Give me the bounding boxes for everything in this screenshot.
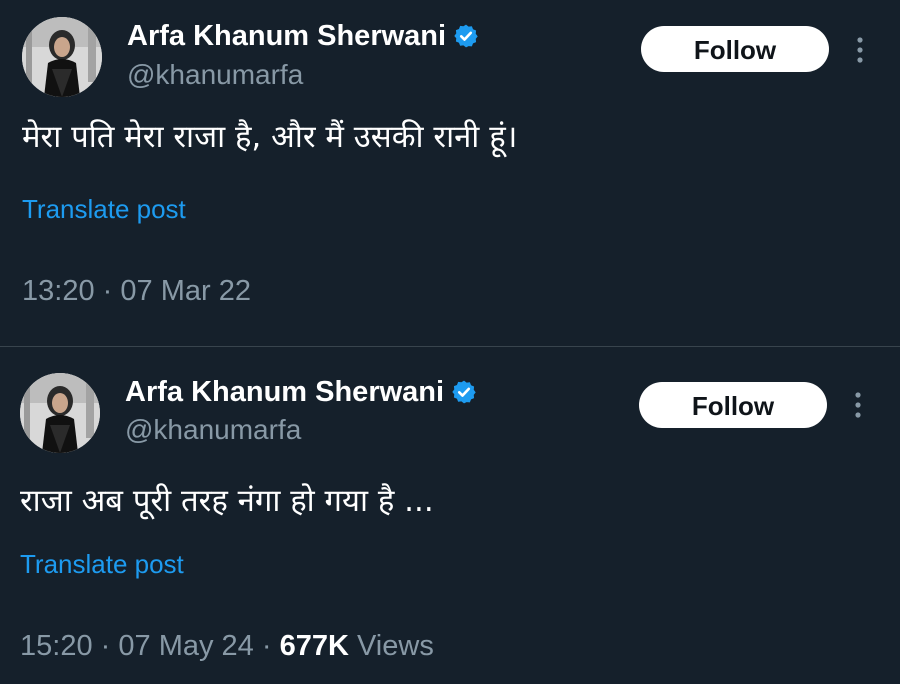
tweet-date[interactable]: 07 May 24 [118, 630, 253, 662]
author-avatar[interactable] [22, 17, 102, 97]
verified-badge-icon [451, 379, 477, 405]
views-label[interactable]: Views [357, 630, 434, 662]
meta-separator: · [102, 275, 113, 307]
more-vertical-icon[interactable] [850, 390, 866, 420]
meta-separator: · [100, 630, 111, 662]
author-display-name[interactable]: Arfa Khanum Sherwani [127, 18, 446, 54]
author-handle[interactable]: @khanumarfa [127, 58, 303, 92]
tweet-time[interactable]: 15:20 [20, 630, 93, 662]
avatar-photo [22, 17, 102, 97]
tweet-screenshot: Arfa Khanum Sherwani @khanumarfa Follow … [0, 0, 900, 684]
follow-button[interactable]: Follow [639, 382, 827, 428]
tweet-text: राजा अब पूरी तरह नंगा हो गया है ... [20, 483, 434, 519]
author-name-row[interactable]: Arfa Khanum Sherwani [127, 18, 479, 54]
tweet-text: मेरा पति मेरा राजा है, और मैं उसकी रानी … [22, 119, 518, 155]
author-avatar[interactable] [20, 373, 100, 453]
tweet-meta: 13:20 · 07 Mar 22 [22, 273, 251, 309]
author-handle[interactable]: @khanumarfa [125, 413, 301, 447]
views-count[interactable]: 677K [280, 630, 349, 662]
follow-button[interactable]: Follow [641, 26, 829, 72]
more-vertical-icon[interactable] [852, 35, 868, 65]
tweet-meta: 15:20 · 07 May 24 · 677K Views [20, 628, 434, 664]
avatar-photo [20, 373, 100, 453]
author-name-row[interactable]: Arfa Khanum Sherwani [125, 374, 477, 410]
tweet-time[interactable]: 13:20 [22, 275, 95, 307]
translate-post-link[interactable]: Translate post [22, 193, 186, 225]
author-display-name[interactable]: Arfa Khanum Sherwani [125, 374, 444, 410]
verified-badge-icon [453, 23, 479, 49]
tweet-date[interactable]: 07 Mar 22 [120, 275, 251, 307]
translate-post-link[interactable]: Translate post [20, 548, 184, 580]
meta-separator: · [261, 630, 272, 662]
